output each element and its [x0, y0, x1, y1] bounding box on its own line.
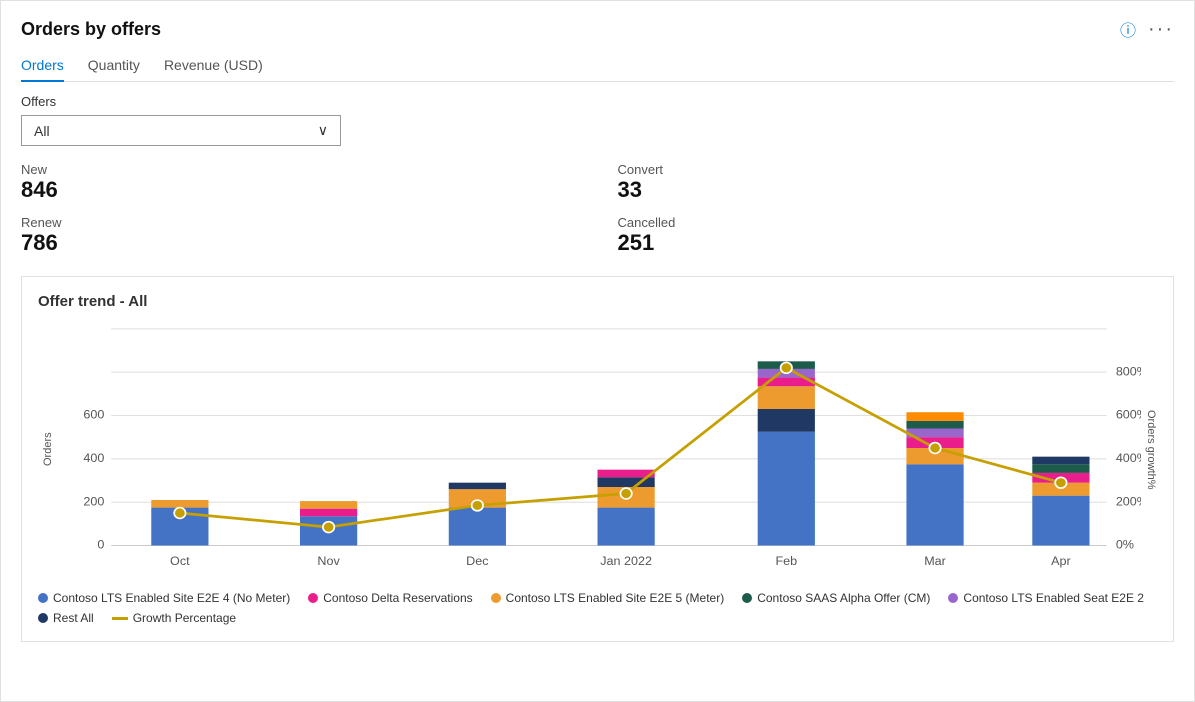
svg-text:0: 0 [97, 538, 104, 552]
stat-cancelled-value: 251 [618, 230, 1175, 256]
legend-item-7: Growth Percentage [112, 611, 236, 625]
svg-text:Dec: Dec [466, 554, 488, 568]
y-axis-left-label: Orders [38, 318, 54, 581]
stat-renew: Renew 786 [21, 215, 578, 256]
stat-new: New 846 [21, 162, 578, 203]
legend-label-7: Growth Percentage [133, 611, 236, 625]
legend-color-1 [38, 593, 48, 603]
offers-label: Offers [21, 94, 1174, 109]
more-options-icon[interactable]: ··· [1148, 18, 1174, 41]
svg-text:0%: 0% [1116, 538, 1134, 552]
header: Orders by offers ⓘ ··· [21, 17, 1174, 41]
legend-item-1: Contoso LTS Enabled Site E2E 4 (No Meter… [38, 591, 290, 605]
legend-item-4: Contoso SAAS Alpha Offer (CM) [742, 591, 930, 605]
svg-text:Nov: Nov [317, 554, 340, 568]
svg-text:600%: 600% [1116, 408, 1141, 422]
legend-item-6: Rest All [38, 611, 94, 625]
info-icon[interactable]: ⓘ [1120, 17, 1136, 41]
offers-dropdown[interactable]: All ∨ [21, 115, 341, 146]
svg-text:Apr: Apr [1051, 554, 1071, 568]
legend-item-2: Contoso Delta Reservations [308, 591, 472, 605]
svg-text:400%: 400% [1116, 451, 1141, 465]
legend-color-2 [308, 593, 318, 603]
stat-cancelled: Cancelled 251 [618, 215, 1175, 256]
stat-renew-value: 786 [21, 230, 578, 256]
y-axis-right-label: Orders growth% [1141, 318, 1157, 581]
stat-new-label: New [21, 162, 578, 177]
svg-text:Mar: Mar [924, 554, 946, 568]
legend-label-5: Contoso LTS Enabled Seat E2E 2 [963, 591, 1144, 605]
tab-quantity[interactable]: Quantity [88, 51, 140, 81]
legend-label-6: Rest All [53, 611, 94, 625]
chevron-down-icon: ∨ [318, 122, 328, 139]
chart-inner: 0 200 400 600 0% 200% 400% 600% 800% Oct… [54, 318, 1141, 581]
chart-section: Offer trend - All Orders 0 200 400 600 [21, 276, 1174, 642]
svg-text:400: 400 [83, 451, 104, 465]
svg-text:Jan 2022: Jan 2022 [600, 554, 652, 568]
legend-label-3: Contoso LTS Enabled Site E2E 5 (Meter) [506, 591, 725, 605]
chart-legend: Contoso LTS Enabled Site E2E 4 (No Meter… [38, 591, 1157, 625]
stat-convert: Convert 33 [618, 162, 1175, 203]
svg-text:600: 600 [83, 408, 104, 422]
chart-area: Orders 0 200 400 600 0% [38, 318, 1157, 581]
chart-svg: 0 200 400 600 0% 200% 400% 600% 800% Oct… [54, 318, 1141, 578]
stat-cancelled-label: Cancelled [618, 215, 1175, 230]
header-actions: ⓘ ··· [1120, 17, 1174, 41]
svg-text:Feb: Feb [775, 554, 797, 568]
svg-text:800%: 800% [1116, 365, 1141, 379]
tab-orders[interactable]: Orders [21, 51, 64, 81]
legend-label-2: Contoso Delta Reservations [323, 591, 472, 605]
legend-label-4: Contoso SAAS Alpha Offer (CM) [757, 591, 930, 605]
stat-renew-label: Renew [21, 215, 578, 230]
legend-item-3: Contoso LTS Enabled Site E2E 5 (Meter) [491, 591, 725, 605]
stat-new-value: 846 [21, 177, 578, 203]
stat-convert-value: 33 [618, 177, 1175, 203]
svg-text:200: 200 [83, 495, 104, 509]
main-container: Orders by offers ⓘ ··· Orders Quantity R… [0, 0, 1195, 702]
legend-item-5: Contoso LTS Enabled Seat E2E 2 [948, 591, 1144, 605]
stats-grid: New 846 Convert 33 Renew 786 Cancelled 2… [21, 162, 1174, 256]
legend-color-3 [491, 593, 501, 603]
legend-color-7 [112, 617, 128, 620]
legend-label-1: Contoso LTS Enabled Site E2E 4 (No Meter… [53, 591, 290, 605]
chart-title: Offer trend - All [38, 293, 1157, 310]
svg-text:Oct: Oct [170, 554, 190, 568]
tab-revenue[interactable]: Revenue (USD) [164, 51, 263, 81]
legend-color-4 [742, 593, 752, 603]
svg-text:200%: 200% [1116, 495, 1141, 509]
tab-bar: Orders Quantity Revenue (USD) [21, 51, 1174, 82]
legend-color-5 [948, 593, 958, 603]
page-title: Orders by offers [21, 19, 161, 40]
legend-color-6 [38, 613, 48, 623]
dropdown-value: All [34, 123, 50, 139]
stat-convert-label: Convert [618, 162, 1175, 177]
